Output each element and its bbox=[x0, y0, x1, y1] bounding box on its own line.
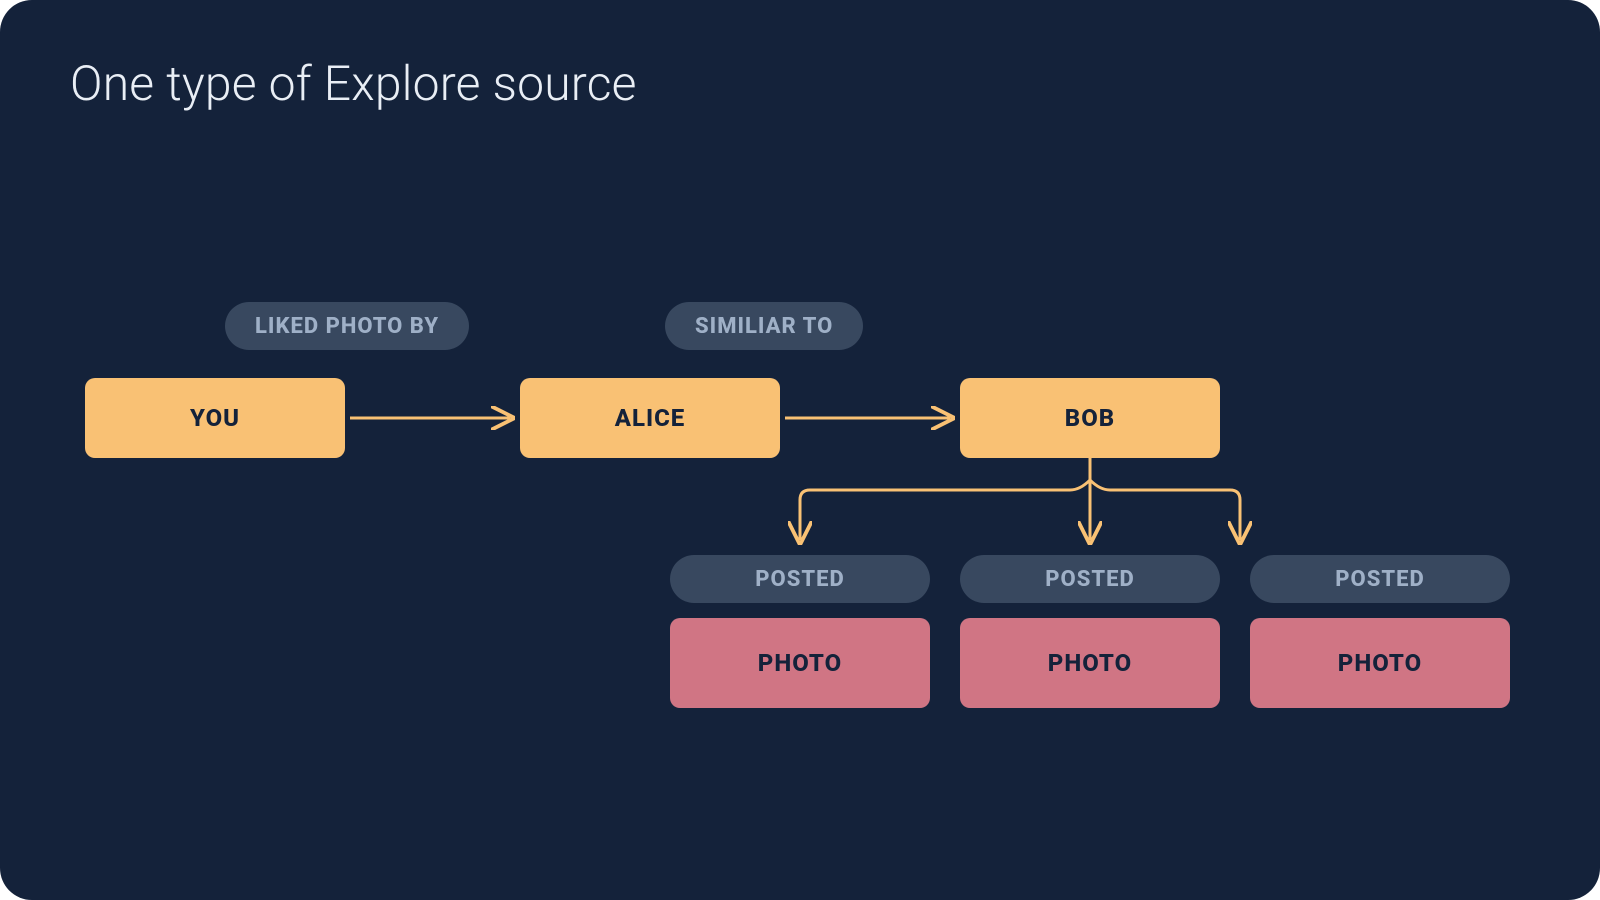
node-alice-label: ALICE bbox=[615, 404, 686, 432]
photo-label-2: PHOTO bbox=[1338, 649, 1422, 677]
posted-pill-0: POSTED bbox=[670, 555, 930, 603]
node-alice: ALICE bbox=[520, 378, 780, 458]
photo-box-1: PHOTO bbox=[960, 618, 1220, 708]
branch-bob-to-posts bbox=[690, 458, 1350, 558]
edge-liked-photo-by: LIKED PHOTO BY bbox=[225, 302, 469, 350]
node-bob: BOB bbox=[960, 378, 1220, 458]
posted-label-2: POSTED bbox=[1335, 567, 1424, 592]
node-bob-label: BOB bbox=[1065, 404, 1115, 432]
photo-box-2: PHOTO bbox=[1250, 618, 1510, 708]
slide-canvas: One type of Explore source YOU ALICE BOB… bbox=[0, 0, 1600, 900]
arrow-you-to-alice bbox=[345, 405, 520, 435]
node-you-label: YOU bbox=[190, 404, 240, 432]
posted-pill-2: POSTED bbox=[1250, 555, 1510, 603]
edge1-label: LIKED PHOTO BY bbox=[255, 314, 439, 339]
photo-box-0: PHOTO bbox=[670, 618, 930, 708]
posted-pill-1: POSTED bbox=[960, 555, 1220, 603]
arrow-alice-to-bob bbox=[780, 405, 960, 435]
photo-label-0: PHOTO bbox=[758, 649, 842, 677]
edge-similar-to: SIMILIAR TO bbox=[665, 302, 863, 350]
slide-title: One type of Explore source bbox=[70, 55, 637, 112]
node-you: YOU bbox=[85, 378, 345, 458]
photo-label-1: PHOTO bbox=[1048, 649, 1132, 677]
posted-label-1: POSTED bbox=[1045, 567, 1134, 592]
edge2-label: SIMILIAR TO bbox=[695, 314, 833, 339]
posted-label-0: POSTED bbox=[755, 567, 844, 592]
